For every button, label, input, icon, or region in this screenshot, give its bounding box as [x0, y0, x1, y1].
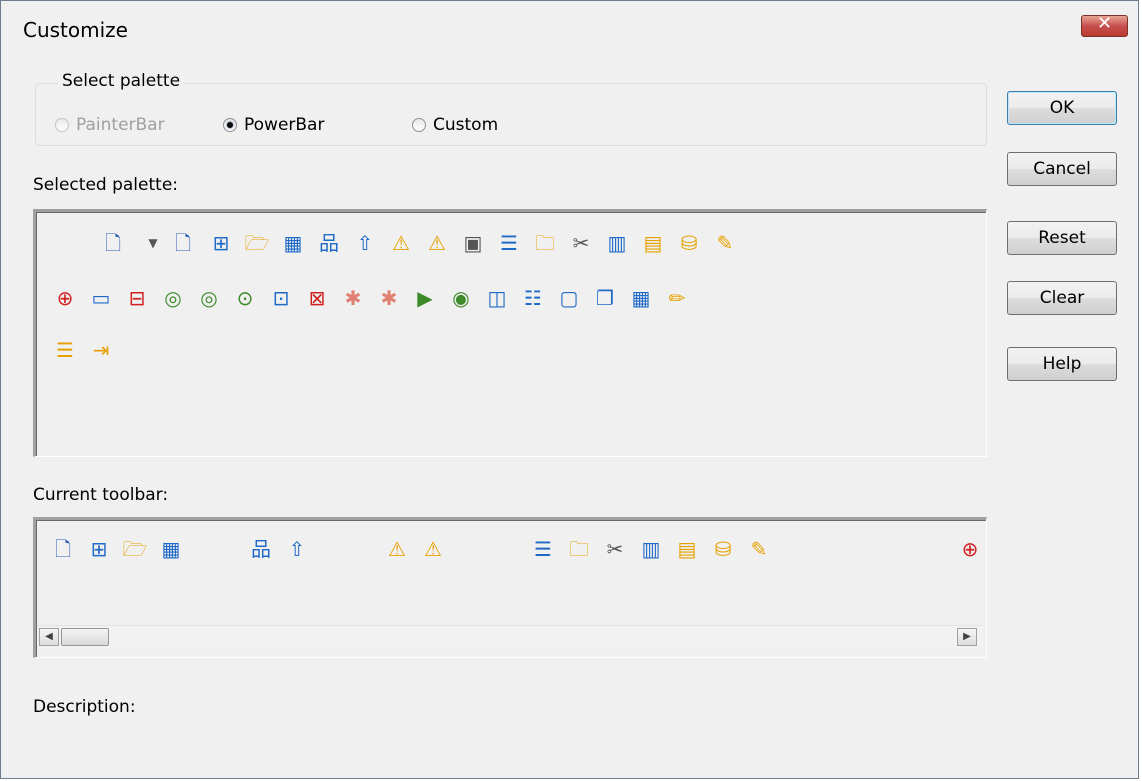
- ok-button[interactable]: OK: [1007, 91, 1117, 125]
- skip-icon[interactable]: ⊡: [268, 285, 294, 311]
- monitor-icon[interactable]: ▭: [88, 285, 114, 311]
- radio-painterbar[interactable]: PainterBar: [55, 115, 165, 135]
- chart-icon[interactable]: ▥: [638, 536, 664, 562]
- window-title: Customize: [23, 18, 128, 42]
- horizontal-scrollbar[interactable]: ◀ ▶: [37, 625, 983, 649]
- scroll-right-icon[interactable]: ▶: [957, 628, 977, 646]
- debug-add-icon[interactable]: ⊕: [958, 536, 982, 562]
- columns-icon[interactable]: ◫: [484, 285, 510, 311]
- run-window-icon[interactable]: ▦: [158, 536, 184, 562]
- debug-remove-icon[interactable]: ⊟: [124, 285, 150, 311]
- cancel-button[interactable]: Cancel: [1007, 152, 1117, 186]
- run-to-icon[interactable]: ◉: [448, 285, 474, 311]
- clear-button[interactable]: Clear: [1007, 281, 1117, 315]
- customize-dialog: Customize ✕ Select palette PainterBar Po…: [0, 0, 1139, 779]
- current-toolbar-label: Current toolbar:: [33, 485, 169, 505]
- export-icon[interactable]: ⇧: [284, 536, 310, 562]
- description-label: Description:: [33, 697, 136, 717]
- check-in-icon[interactable]: ⚠: [420, 536, 446, 562]
- radio-dot: [223, 118, 237, 132]
- cascade-icon[interactable]: ❐: [592, 285, 618, 311]
- radio-powerbar[interactable]: PowerBar: [223, 115, 324, 135]
- check-in-icon[interactable]: ⚠: [424, 230, 450, 256]
- rows-icon[interactable]: ☷: [520, 285, 546, 311]
- list-icon[interactable]: ☰: [496, 230, 522, 256]
- properties-icon[interactable]: ▣: [460, 230, 486, 256]
- edit-icon[interactable]: ✎: [712, 230, 738, 256]
- radio-label: PowerBar: [244, 115, 325, 135]
- radio-dot: [55, 118, 69, 132]
- radio-label: PainterBar: [76, 115, 165, 135]
- edit-icon[interactable]: ✎: [746, 536, 772, 562]
- bug-step-icon[interactable]: ✱: [376, 285, 402, 311]
- layout-icon[interactable]: ▦: [628, 285, 654, 311]
- trace-icon[interactable]: ◎: [196, 285, 222, 311]
- radio-dot: [412, 118, 426, 132]
- regenerate-icon[interactable]: ⚠: [384, 536, 410, 562]
- run-window-icon[interactable]: ▦: [280, 230, 306, 256]
- inherit-icon[interactable]: ⊞: [86, 536, 112, 562]
- library-icon[interactable]: 品: [316, 230, 342, 256]
- database-icon[interactable]: ⛁: [676, 230, 702, 256]
- new-icon[interactable]: 🗋: [50, 536, 76, 562]
- close-icon: ✕: [1096, 13, 1113, 34]
- exit-icon[interactable]: ⇥: [88, 337, 114, 363]
- selected-palette-panel: 🗋 ▼ 🗋 ⊞ 🗁 ▦ 品 ⇧ ⚠ ⚠ ▣ ☰ 🗀 ✂ ▥ ▤ ⛁ ✎ ⊕ ▭ …: [33, 209, 987, 457]
- stop-icon[interactable]: ⊠: [304, 285, 330, 311]
- regenerate-icon[interactable]: ⚠: [388, 230, 414, 256]
- export-icon[interactable]: ⇧: [352, 230, 378, 256]
- open-folder-icon[interactable]: 🗁: [122, 536, 148, 562]
- radio-custom[interactable]: Custom: [412, 115, 498, 135]
- pencil-icon[interactable]: ✏: [664, 285, 690, 311]
- radio-label: Custom: [433, 115, 499, 135]
- bug-icon[interactable]: ✱: [340, 285, 366, 311]
- new-icon[interactable]: 🗋: [100, 230, 126, 256]
- list-icon[interactable]: ☰: [530, 536, 556, 562]
- debug-add-icon[interactable]: ⊕: [52, 285, 78, 311]
- close-button[interactable]: ✕: [1081, 13, 1128, 37]
- scroll-left-icon[interactable]: ◀: [39, 628, 59, 646]
- database-table-icon[interactable]: ▤: [674, 536, 700, 562]
- chart-icon[interactable]: ▥: [604, 230, 630, 256]
- database-icon[interactable]: ⛁: [710, 536, 736, 562]
- profile-icon[interactable]: ◎: [160, 285, 186, 311]
- new-icon[interactable]: 🗋: [170, 230, 196, 256]
- scrollbar-thumb[interactable]: [61, 628, 109, 646]
- list-document-icon[interactable]: ☰: [52, 337, 78, 363]
- search-folder-icon[interactable]: 🗀: [566, 536, 592, 562]
- dropdown-arrow-icon[interactable]: ▼: [140, 230, 166, 256]
- selected-palette-label: Selected palette:: [33, 175, 179, 195]
- window-icon[interactable]: ▢: [556, 285, 582, 311]
- search-icon[interactable]: ⊙: [232, 285, 258, 311]
- open-folder-icon[interactable]: 🗁: [244, 230, 270, 256]
- reset-button[interactable]: Reset: [1007, 221, 1117, 255]
- database-table-icon[interactable]: ▤: [640, 230, 666, 256]
- run-icon[interactable]: ▶: [412, 285, 438, 311]
- select-palette-label: Select palette: [58, 71, 185, 91]
- cut-icon[interactable]: ✂: [568, 230, 594, 256]
- title-bar: Customize ✕: [1, 1, 1138, 61]
- help-button[interactable]: Help: [1007, 347, 1117, 381]
- search-folder-icon[interactable]: 🗀: [532, 230, 558, 256]
- inherit-icon[interactable]: ⊞: [208, 230, 234, 256]
- cut-icon[interactable]: ✂: [602, 536, 628, 562]
- select-palette-group: [35, 83, 987, 146]
- library-icon[interactable]: 品: [248, 536, 274, 562]
